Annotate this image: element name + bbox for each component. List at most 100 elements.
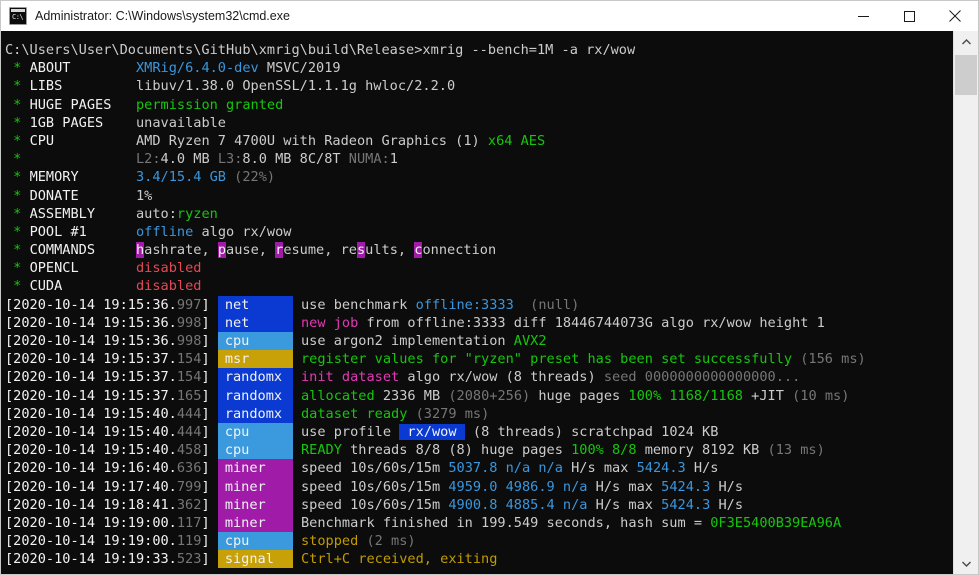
- maximize-button[interactable]: [886, 1, 932, 31]
- scrollbar-track[interactable]: [954, 53, 978, 552]
- log-text: use profile: [301, 423, 400, 440]
- cmd-icon[interactable]: C:\: [9, 7, 27, 25]
- cmd-icon-titlebar-stripe: [11, 9, 25, 12]
- log-timestamp: ]: [201, 460, 210, 477]
- log-text: Benchmark finished in 199.549 seconds, h…: [301, 514, 711, 531]
- info-line: * 1GB PAGES unavailable: [5, 114, 954, 132]
- log-timestamp-ms: 444: [176, 423, 202, 440]
- log-line: [2020-10-14 19:15:37.154] msr register v…: [5, 350, 954, 369]
- info-label: COMMANDS: [29, 242, 136, 259]
- log-badge-miner: miner: [217, 513, 293, 533]
- log-text: 10s/60s/15m: [350, 478, 449, 495]
- terminal-screen[interactable]: C:\Users\User\Documents\GitHub\xmrig\bui…: [1, 31, 954, 574]
- scrollbar-down-button[interactable]: [954, 552, 978, 574]
- info-line: * L2:4.0 MB L3:8.0 MB 8C/8T NUMA:1: [5, 150, 954, 168]
- log-timestamp-ms: 444: [176, 405, 202, 422]
- log-text: n/a: [554, 478, 588, 495]
- scrollbar-thumb[interactable]: [955, 55, 977, 95]
- log-text: 5037.8: [448, 460, 498, 477]
- close-button[interactable]: [932, 1, 978, 31]
- info-label: 1GB PAGES: [29, 114, 136, 131]
- log-timestamp: ]: [201, 514, 210, 531]
- log-badge-miner: miner: [217, 495, 293, 514]
- log-timestamp: [2020-10-14 19:16:40.: [5, 460, 177, 477]
- log-text: +JIT: [742, 387, 784, 404]
- minimize-button[interactable]: [840, 1, 886, 31]
- log-text: 4900.8 4885.4: [448, 496, 555, 513]
- log-timestamp: ]: [201, 442, 210, 459]
- vertical-scrollbar[interactable]: [953, 31, 978, 574]
- log-timestamp: ]: [201, 405, 210, 422]
- window-title: Administrator: C:\Windows\system32\cmd.e…: [35, 9, 290, 23]
- bullet-icon: *: [5, 132, 30, 149]
- log-timestamp-ms: 997: [176, 296, 202, 313]
- info-value: 1%: [135, 187, 153, 204]
- log-text: use argon2 implementation: [301, 333, 514, 349]
- log-line: [2020-10-14 19:15:36.998] cpu use argon2…: [5, 332, 954, 351]
- command-hotkey: s: [356, 242, 366, 259]
- prompt-line-top: C:\Users\User\Documents\GitHub\xmrig\bui…: [5, 41, 954, 59]
- log-badge-net: net: [217, 295, 293, 314]
- log-timestamp-ms: 458: [176, 442, 202, 459]
- info-value: offline: [135, 223, 194, 240]
- log-text: 4959.0 4986.9: [448, 478, 555, 495]
- log-timestamp: ]: [201, 351, 210, 368]
- log-timestamp: [2020-10-14 19:15:36.: [5, 296, 177, 313]
- log-text: 10s/60s/15m: [350, 496, 449, 513]
- log-badge-miner: miner: [217, 459, 293, 478]
- log-badge-cpu: cpu: [217, 422, 293, 442]
- command-text: ults,: [365, 242, 415, 259]
- info-line: * CPU AMD Ryzen 7 4700U with Radeon Grap…: [5, 132, 954, 150]
- log-text: (8 threads): [497, 369, 596, 386]
- log-badge-randomx: randomx: [217, 368, 293, 387]
- log-timestamp-ms: 998: [176, 333, 202, 349]
- log-timestamp: [2020-10-14 19:17:40.: [5, 478, 177, 495]
- info-line: * OPENCL disabled: [5, 259, 954, 277]
- chevron-down-icon: [961, 561, 971, 567]
- info-label: MEMORY: [29, 169, 136, 186]
- log-text: 5424.3: [636, 460, 686, 477]
- log-line: [2020-10-14 19:18:41.362] miner speed 10…: [5, 495, 954, 514]
- log-timestamp: ]: [201, 387, 210, 404]
- log-text: (null): [513, 296, 580, 313]
- window-controls: [840, 1, 978, 31]
- log-text: dataset ready: [301, 405, 408, 422]
- scrollbar-up-button[interactable]: [954, 31, 978, 53]
- log-timestamp: ]: [201, 496, 210, 513]
- log-timestamp-ms: 154: [176, 369, 202, 386]
- info-value: auto:: [135, 205, 177, 222]
- log-line: [2020-10-14 19:15:37.165] randomx alloca…: [5, 386, 954, 405]
- log-timestamp: [2020-10-14 19:15:37.: [5, 387, 177, 404]
- log-timestamp-ms: 523: [176, 551, 202, 568]
- log-line: [2020-10-14 19:19:00.119] cpu stopped (2…: [5, 532, 954, 551]
- log-text: offline:3333: [415, 296, 514, 313]
- command-text: xmrig --bench=1M -a rx/wow: [422, 42, 636, 58]
- bullet-icon: *: [5, 114, 30, 131]
- log-timestamp-ms: 362: [176, 496, 202, 513]
- log-text: stopped: [301, 533, 359, 550]
- info-value: 1: [389, 151, 398, 168]
- log-timestamp: [2020-10-14 19:19:00.: [5, 533, 177, 550]
- log-text: H/s: [710, 478, 744, 495]
- console-area[interactable]: C:\Users\User\Documents\GitHub\xmrig\bui…: [1, 31, 978, 574]
- log-timestamp: [2020-10-14 19:15:37.: [5, 351, 177, 368]
- log-timestamp: ]: [201, 551, 210, 568]
- info-line: * ABOUT XMRig/6.4.0-dev MSVC/2019: [5, 59, 954, 77]
- log-timestamp: ]: [201, 296, 210, 313]
- title-bar[interactable]: C:\ Administrator: C:\Windows\system32\c…: [1, 1, 978, 32]
- info-value: L3:: [217, 151, 243, 168]
- log-badge-signal: signal: [217, 550, 293, 569]
- info-value: 8.0 MB 8C/8T: [242, 151, 349, 168]
- info-label: DONATE: [29, 187, 136, 204]
- log-text: 1024 KB: [661, 423, 719, 440]
